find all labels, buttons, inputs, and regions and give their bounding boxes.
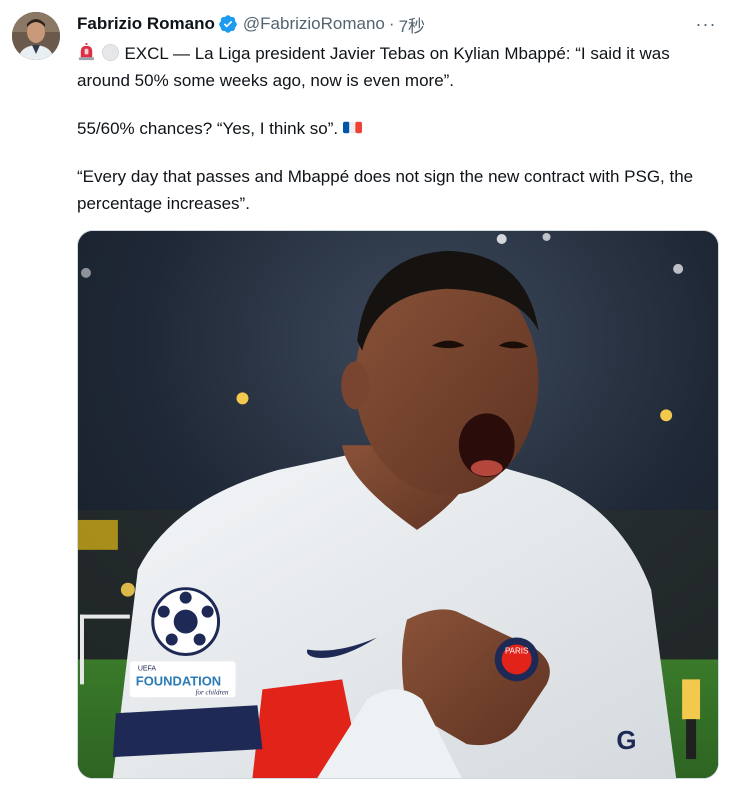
tweet-paragraph-3: “Every day that passes and Mbappé does n… (77, 167, 694, 213)
separator-dot: · (388, 14, 395, 33)
tweet-text: EXCL — La Liga president Javier Tebas on… (77, 40, 717, 217)
tweet-paragraph-2-text: 55/60% chances? “Yes, I think so”. (77, 119, 339, 138)
tweet-card[interactable]: Fabrizio Romano @FabrizioRomano · 7秒 ··· (0, 0, 750, 785)
avatar-image (12, 12, 60, 60)
author-display-name[interactable]: Fabrizio Romano (77, 14, 215, 34)
white-circle-emoji (101, 43, 120, 62)
france-flag-emoji (342, 118, 362, 137)
tweet-media-photo[interactable]: PARIS UEFA FOUNDATION for children G (77, 230, 719, 779)
rotating-light-emoji (77, 43, 96, 62)
badge-foundation-text: FOUNDATION (136, 673, 221, 688)
more-options-button[interactable]: ··· (692, 12, 720, 36)
badge-sub-text: for children (196, 688, 229, 696)
photo-of-footballer-celebrating: PARIS UEFA FOUNDATION for children G (78, 231, 718, 778)
tweet-paragraph-1-text: EXCL — La Liga president Javier Tebas on… (77, 44, 670, 90)
tweet-paragraph-2: 55/60% chances? “Yes, I think so”. (77, 115, 717, 142)
badge-small-text: UEFA (138, 665, 157, 672)
crest-text: PARIS (505, 646, 528, 655)
tweet-paragraph-1: EXCL — La Liga president Javier Tebas on… (77, 40, 717, 94)
avatar[interactable] (12, 12, 60, 60)
author-handle[interactable]: @FabrizioRomano (243, 14, 385, 34)
svg-text:G: G (616, 727, 636, 755)
tweet-timestamp[interactable]: 7秒 (399, 12, 425, 37)
verified-badge-icon (218, 14, 238, 34)
more-horizontal-icon: ··· (695, 13, 717, 34)
tweet-header: Fabrizio Romano @FabrizioRomano · 7秒 (77, 12, 425, 36)
